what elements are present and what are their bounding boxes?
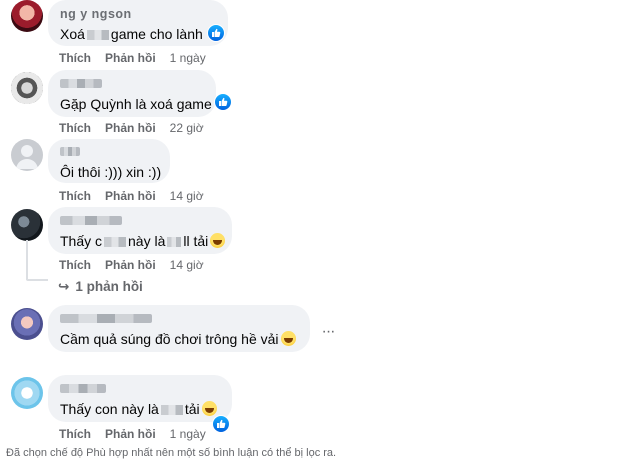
like-button[interactable]: Thích xyxy=(59,51,91,65)
like-button[interactable]: Thích xyxy=(59,189,91,203)
timestamp[interactable]: 22 giờ xyxy=(170,121,204,135)
commenter-name[interactable] xyxy=(60,144,80,159)
commenter-name[interactable] xyxy=(60,381,106,396)
avatar[interactable] xyxy=(11,139,43,171)
like-icon[interactable] xyxy=(207,24,225,42)
comment-actions: Thích Phản hồi 1 ngày xyxy=(59,50,220,66)
commenter-name[interactable] xyxy=(60,311,152,326)
more-options-button[interactable]: ··· xyxy=(318,324,338,340)
filter-notice: Đã chọn chế độ Phù hợp nhất nên một số b… xyxy=(6,447,337,459)
view-replies-link[interactable]: ↪ 1 phản hồi xyxy=(58,278,143,296)
comment-actions: Thích Phản hồi 1 ngày xyxy=(59,426,220,442)
redacted-name xyxy=(60,314,152,324)
reply-button[interactable]: Phản hồi xyxy=(105,427,156,441)
like-button[interactable]: Thích xyxy=(59,427,91,441)
redacted-text xyxy=(104,237,127,248)
timestamp[interactable]: 1 ngày xyxy=(170,427,206,441)
redacted-name xyxy=(60,216,122,226)
comment-text: Thấy con này là tải xyxy=(60,400,220,419)
comment-bubble: Cầm quả súng đồ chơi trông hề vải xyxy=(48,305,310,352)
commenter-name[interactable] xyxy=(60,76,102,91)
commenter-name[interactable] xyxy=(60,213,122,228)
avatar[interactable] xyxy=(11,308,43,340)
haha-emoji-icon xyxy=(201,401,217,416)
redacted-text xyxy=(86,30,109,41)
redacted-name xyxy=(60,79,102,89)
comment-actions: Thích Phản hồi 14 giờ xyxy=(59,188,218,204)
timestamp[interactable]: 14 giờ xyxy=(170,258,204,272)
like-icon[interactable] xyxy=(214,93,232,111)
redacted-text xyxy=(160,405,183,416)
thread-line xyxy=(26,240,28,280)
redacted-name xyxy=(60,384,106,394)
default-avatar-icon xyxy=(16,145,38,169)
avatar[interactable] xyxy=(11,209,43,241)
reply-button[interactable]: Phản hồi xyxy=(105,51,156,65)
thread-line xyxy=(26,279,48,281)
haha-emoji-icon xyxy=(210,233,226,248)
comment-bubble: Ôi thôi :))) xin :)) xyxy=(48,139,170,183)
avatar[interactable] xyxy=(11,0,43,32)
redacted-name xyxy=(60,147,80,157)
reply-button[interactable]: Phản hồi xyxy=(105,189,156,203)
comment-text: Gặp Quỳnh là xoá game xyxy=(60,96,212,112)
like-button[interactable]: Thích xyxy=(59,258,91,272)
timestamp[interactable]: 14 giờ xyxy=(170,189,204,203)
reply-button[interactable]: Phản hồi xyxy=(105,121,156,135)
comment-text: Cầm quả súng đồ chơi trông hề vải xyxy=(60,330,298,349)
avatar[interactable] xyxy=(11,377,43,409)
comment-bubble: Thấy con này là tải xyxy=(48,375,232,422)
comment-text: Xoá game cho lành xyxy=(60,26,203,42)
haha-emoji-icon xyxy=(280,331,296,346)
comment-actions: Thích Phản hồi 14 giờ xyxy=(59,257,218,273)
comment-text: Thấy c này là ll tải xyxy=(60,232,226,251)
reply-button[interactable]: Phản hồi xyxy=(105,258,156,272)
comment-text: Ôi thôi :))) xin :)) xyxy=(60,164,162,180)
comment-bubble: Thấy c này là ll tải xyxy=(48,207,232,254)
redacted-text xyxy=(167,237,182,248)
like-button[interactable]: Thích xyxy=(59,121,91,135)
comment-bubble: ng y ngson Xoá game cho lành xyxy=(48,0,228,46)
comment-bubble: Gặp Quỳnh là xoá game xyxy=(48,70,216,117)
commenter-name[interactable]: ng y ngson xyxy=(60,7,132,22)
reply-arrow-icon: ↪ xyxy=(58,279,70,294)
timestamp[interactable]: 1 ngày xyxy=(170,51,206,65)
comment-actions: Thích Phản hồi 22 giờ xyxy=(59,120,218,136)
avatar[interactable] xyxy=(11,72,43,104)
